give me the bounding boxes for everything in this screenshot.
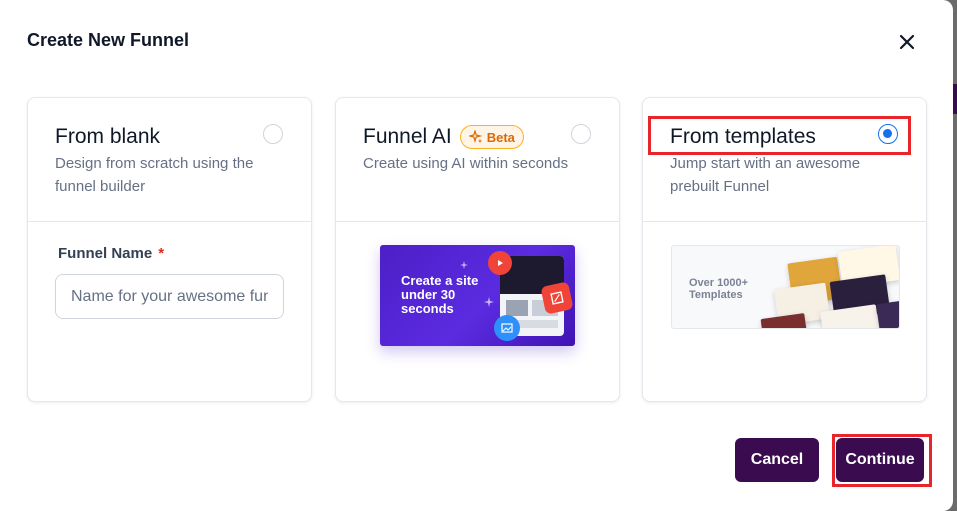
required-marker: * <box>158 245 165 262</box>
close-icon <box>899 34 915 50</box>
option-title-templates: From templates <box>670 125 816 148</box>
sparkle-icon <box>484 297 494 307</box>
cancel-button[interactable]: Cancel <box>735 438 819 482</box>
option-description-templates: Jump start with an awesome prebuilt Funn… <box>670 155 861 195</box>
funnel-name-input[interactable] <box>55 274 284 319</box>
play-icon <box>488 251 512 275</box>
option-card-templates[interactable]: From templates Jump start with an awesom… <box>642 97 927 402</box>
beta-badge-label: Beta <box>486 129 515 145</box>
gallery-icon <box>494 315 520 341</box>
option-card-blank[interactable]: From blank Design from scratch using the… <box>27 97 312 402</box>
continue-button[interactable]: Continue <box>836 438 924 482</box>
radio-ai[interactable] <box>571 124 591 144</box>
template-thumbnail <box>876 299 899 328</box>
radio-blank[interactable] <box>263 124 283 144</box>
ai-preview-banner: Create a site under 30 seconds <box>380 245 575 346</box>
ai-banner-text: Create a site under 30 seconds <box>401 273 479 316</box>
option-title-blank: From blank <box>55 125 161 148</box>
image-frame-icon <box>540 281 574 315</box>
card-header: Funnel AI Beta Create using AI within se… <box>336 98 619 222</box>
template-thumbnail <box>820 304 880 328</box>
funnel-name-label-text: Funnel Name <box>58 245 153 262</box>
card-header: From templates Jump start with an awesom… <box>643 98 926 222</box>
sparkle-icon <box>460 261 468 269</box>
funnel-name-label: Funnel Name * <box>58 245 164 262</box>
card-header: From blank Design from scratch using the… <box>28 98 311 222</box>
option-description-blank: Design from scratch using the funnel bui… <box>55 155 254 195</box>
beta-badge: Beta <box>459 125 524 149</box>
option-title-ai-text: Funnel AI <box>363 125 452 148</box>
background-window-edge <box>953 84 957 114</box>
sparkle-icon <box>468 130 483 144</box>
option-description-ai: Create using AI within seconds <box>363 155 569 172</box>
templates-banner-text: Over 1000+ Templates <box>689 277 749 301</box>
templates-preview-banner: Over 1000+ Templates <box>671 245 900 329</box>
close-button[interactable] <box>896 31 918 53</box>
option-card-ai[interactable]: Funnel AI Beta Create using AI within se… <box>335 97 620 402</box>
template-thumbnail <box>760 313 808 328</box>
modal-title: Create New Funnel <box>27 30 190 50</box>
radio-templates[interactable] <box>878 124 898 144</box>
option-title-ai: Funnel AI Beta <box>363 125 524 149</box>
create-funnel-modal: Create New Funnel From blank Design from… <box>0 0 953 511</box>
